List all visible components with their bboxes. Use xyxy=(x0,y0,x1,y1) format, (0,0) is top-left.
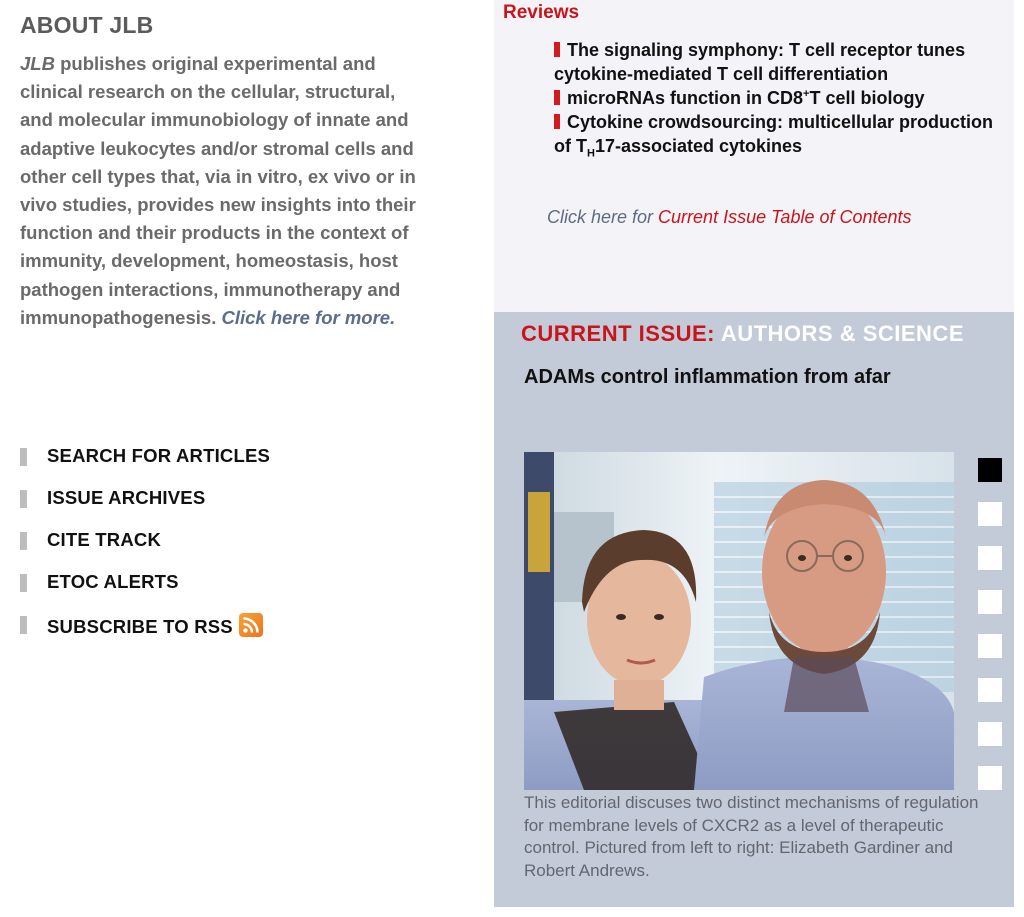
review-title-sub: H xyxy=(587,147,595,160)
page: ABOUT JLB JLB publishes original experim… xyxy=(0,0,1024,917)
journal-abbreviation: JLB xyxy=(20,53,55,74)
issue-headline[interactable]: ADAMs control inflammation from afar xyxy=(524,366,891,389)
current-issue-header: CURRENT ISSUE: AUTHORS & SCIENCE xyxy=(521,321,964,347)
reviews-list: The signaling symphony: T cell receptor … xyxy=(554,38,1004,160)
nav-bullet xyxy=(20,490,27,508)
authors-photo[interactable] xyxy=(524,452,954,790)
reviews-title: Reviews xyxy=(503,2,580,23)
side-nav: SEARCH FOR ARTICLES ISSUE ARCHIVES CITE … xyxy=(20,442,460,652)
nav-label: ETOC ALERTS xyxy=(47,571,179,592)
red-bullet xyxy=(554,90,560,105)
slide-dot-3[interactable] xyxy=(978,546,1002,570)
rss-icon[interactable] xyxy=(238,613,263,637)
about-more-link[interactable]: Click here for more. xyxy=(221,307,395,328)
review-item[interactable]: Cytokine crowdsourcing: multicellular pr… xyxy=(554,110,1004,160)
review-title-post: T cell biology xyxy=(809,88,925,108)
reviews-panel: Reviews The signaling symphony: T cell r… xyxy=(494,0,1014,312)
review-item[interactable]: microRNAs function in CD8+T cell biology xyxy=(554,86,1004,110)
slide-dot-8[interactable] xyxy=(978,766,1002,790)
left-column: ABOUT JLB JLB publishes original experim… xyxy=(0,0,494,917)
toc-line: Click here for Current Issue Table of Co… xyxy=(547,207,912,228)
toc-link[interactable]: Current Issue Table of Contents xyxy=(658,207,911,227)
review-item[interactable]: The signaling symphony: T cell receptor … xyxy=(554,38,1004,86)
nav-subscribe-rss[interactable]: SUBSCRIBE TO RSS xyxy=(20,610,460,652)
nav-bullet xyxy=(20,574,27,592)
current-issue-panel: CURRENT ISSUE: AUTHORS & SCIENCE ADAMs c… xyxy=(494,312,1014,907)
nav-label-wrap: SUBSCRIBE TO RSS xyxy=(47,613,263,638)
issue-header-red: CURRENT ISSUE: xyxy=(521,321,716,346)
slide-dot-4[interactable] xyxy=(978,590,1002,614)
about-title: ABOUT JLB xyxy=(20,12,154,38)
nav-label: CITE TRACK xyxy=(47,529,162,550)
slide-dot-7[interactable] xyxy=(978,722,1002,746)
review-title-pre: microRNAs function in CD8 xyxy=(567,88,804,108)
nav-label: SUBSCRIBE TO RSS xyxy=(47,616,233,637)
slide-selector xyxy=(978,458,1004,810)
toc-prefix: Click here for xyxy=(547,207,659,227)
review-title: The signaling symphony: T cell receptor … xyxy=(554,40,966,84)
slide-dot-6[interactable] xyxy=(978,678,1002,702)
nav-etoc-alerts[interactable]: ETOC ALERTS xyxy=(20,568,460,610)
nav-bullet xyxy=(20,448,27,466)
about-body: publishes original experimental and clin… xyxy=(20,53,416,328)
red-bullet xyxy=(554,114,560,129)
red-bullet xyxy=(554,42,560,57)
nav-label: SEARCH FOR ARTICLES xyxy=(47,445,271,466)
nav-issue-archives[interactable]: ISSUE ARCHIVES xyxy=(20,484,460,526)
slide-dot-1[interactable] xyxy=(978,458,1002,482)
about-description: JLB publishes original experimental and … xyxy=(20,50,420,332)
photo-caption: This editorial discuses two distinct mec… xyxy=(524,793,979,880)
review-title-post: 17-associated cytokines xyxy=(594,136,803,156)
nav-label: ISSUE ARCHIVES xyxy=(47,487,206,508)
issue-header-white: AUTHORS & SCIENCE xyxy=(720,321,964,346)
nav-search-articles[interactable]: SEARCH FOR ARTICLES xyxy=(20,442,460,484)
nav-cite-track[interactable]: CITE TRACK xyxy=(20,526,460,568)
slide-dot-2[interactable] xyxy=(978,502,1002,526)
slide-dot-5[interactable] xyxy=(978,634,1002,658)
nav-bullet xyxy=(20,532,27,550)
nav-bullet xyxy=(20,616,27,634)
